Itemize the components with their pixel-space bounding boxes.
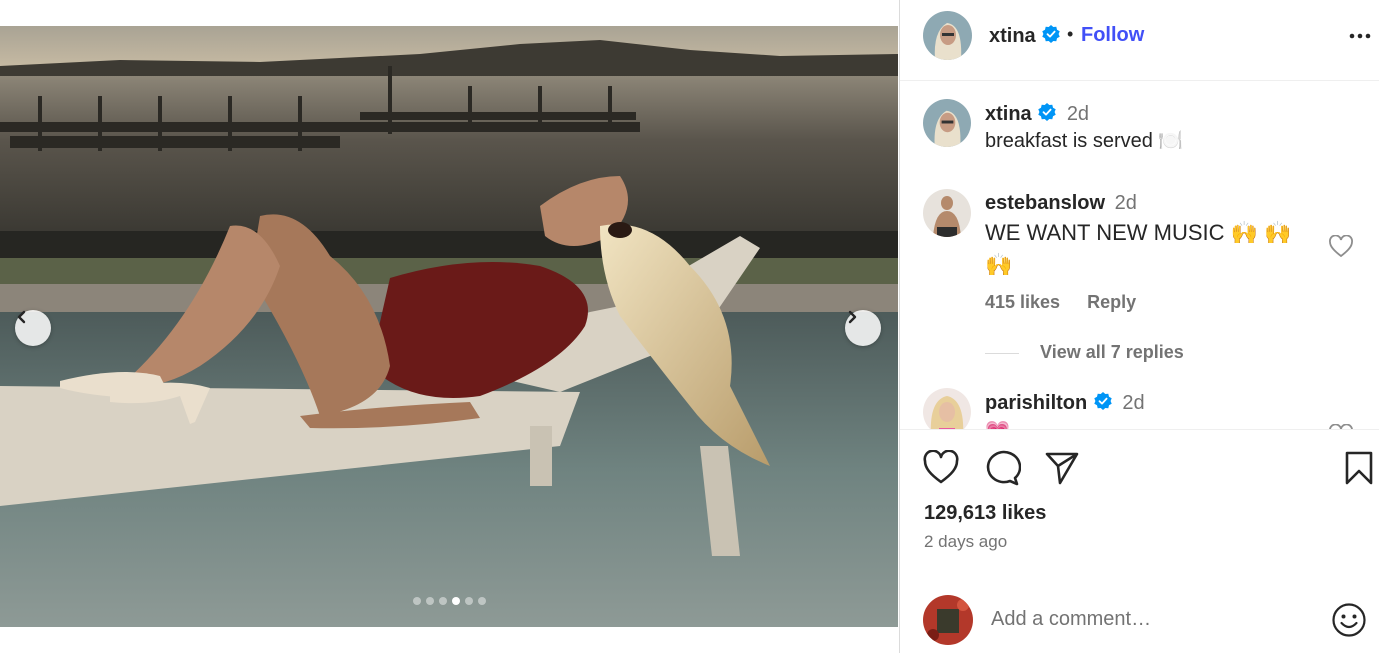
carousel-dot: [425, 597, 434, 605]
comments-list[interactable]: xtina 2d breakfast is served 🍽️ estebans…: [900, 82, 1379, 430]
more-horizontal-icon[interactable]: [1348, 30, 1372, 54]
header-separator: •: [1067, 24, 1074, 44]
comment-likes-count[interactable]: 415 likes: [985, 292, 1060, 312]
comment-like-heart-icon[interactable]: [1328, 235, 1354, 259]
carousel-dot: [438, 597, 447, 605]
comment-meta: 415 likes Reply: [985, 292, 1158, 313]
carousel-dot: [412, 597, 421, 605]
comment-text: 💗: [985, 416, 1010, 429]
caption-username[interactable]: xtina 2d: [985, 102, 1089, 126]
post-media: [0, 26, 898, 627]
heart-icon[interactable]: [922, 450, 960, 486]
comment-time: 2d: [1114, 192, 1137, 214]
post-sidebar: xtina • Follow xtina 2d breakfast is ser…: [899, 0, 1379, 653]
follow-button[interactable]: Follow: [1081, 24, 1144, 47]
carousel-next-button[interactable]: [845, 310, 881, 346]
post-action-bar: [900, 446, 1379, 492]
commenter-username[interactable]: estebanslow 2d: [985, 192, 1137, 215]
verified-badge-icon: [1042, 25, 1060, 43]
author-username[interactable]: xtina: [989, 24, 1061, 48]
bookmark-icon[interactable]: [1344, 450, 1374, 486]
comment-icon[interactable]: [983, 450, 1021, 486]
smiley-icon[interactable]: [1331, 602, 1367, 638]
carousel-dot-active: [451, 597, 460, 605]
verified-badge-icon: [1094, 392, 1112, 410]
comment-text: WE WANT NEW MUSIC 🙌 🙌 🙌: [985, 220, 1292, 277]
carousel-indicator: [0, 597, 898, 605]
chevron-left-icon: [17, 310, 26, 324]
carousel-dot: [477, 597, 486, 605]
comment-reply-button[interactable]: Reply: [1087, 292, 1136, 312]
post-header: xtina • Follow: [900, 0, 1379, 81]
comment-time: 2d: [1122, 392, 1145, 414]
send-icon[interactable]: [1044, 450, 1080, 486]
post-timestamp[interactable]: 2 days ago: [924, 532, 1007, 552]
caption-avatar[interactable]: [923, 99, 971, 147]
commenter-avatar[interactable]: [923, 189, 971, 237]
post-photo: [0, 26, 898, 627]
post-likes-count[interactable]: 129,613 likes: [924, 502, 1046, 525]
caption-time: 2d: [1066, 103, 1090, 125]
author-avatar[interactable]: [923, 11, 972, 60]
caption-text: breakfast is served 🍽️: [985, 130, 1184, 152]
chevron-right-icon: [848, 310, 857, 324]
commenter-username[interactable]: parishilton 2d: [985, 391, 1145, 415]
comment-composer: [900, 580, 1379, 653]
current-user-avatar[interactable]: [923, 595, 973, 645]
view-replies-button[interactable]: View all 7 replies: [985, 342, 1184, 363]
commenter-avatar[interactable]: [923, 388, 971, 429]
carousel-dot: [464, 597, 473, 605]
carousel-prev-button[interactable]: [15, 310, 51, 346]
comment-like-heart-icon[interactable]: [1328, 424, 1354, 430]
verified-badge-icon: [1038, 103, 1056, 121]
add-comment-input[interactable]: [991, 608, 1311, 631]
